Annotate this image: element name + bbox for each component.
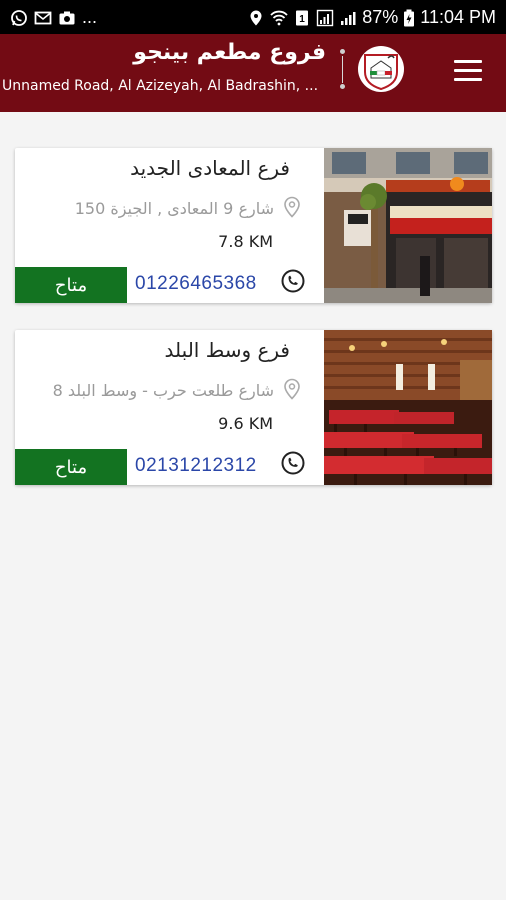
branch-distance: 7.8 KM [218,232,273,251]
camera-icon [58,9,76,25]
location-pin-icon [284,196,300,218]
signal-box-icon [316,9,334,27]
branch-photo-storefront [324,148,492,303]
branch-photo-interior [324,330,492,485]
menu-button[interactable] [454,60,482,82]
availability-button[interactable]: متاح [15,449,127,485]
branch-name: فرع وسط البلد [164,338,290,362]
current-location: Unnamed Road, Al Azizeyah, Al Badrashin,… [2,78,319,94]
phone-link[interactable]: 02131212312 [135,455,257,477]
branch-card[interactable]: فرع وسط البلد 8 شارع طلعت حرب - وسط البل… [15,330,492,485]
branch-distance: 9.6 KM [218,414,273,433]
branch-address: 150 شارع 9 المعادى , الجيزة [74,199,274,218]
phone-icon[interactable] [281,451,305,475]
mail-icon [34,9,52,25]
wifi-icon [270,9,288,26]
phone-link[interactable]: 01226465368 [135,273,257,295]
location-divider [338,49,346,89]
phone-icon[interactable] [281,269,305,293]
branch-card[interactable]: فرع المعادى الجديد 150 شارع 9 المعادى , … [15,148,492,303]
status-bar: ... 1 87% 11:04 PM [0,0,506,34]
availability-button[interactable]: متاح [15,267,127,303]
app-bar: فروع مطعم بينجو Unnamed Road, Al Azizeya… [0,34,506,112]
cell-signal-icon [339,9,357,25]
branch-name: فرع المعادى الجديد [130,156,290,180]
svg-text:1: 1 [299,14,305,25]
whatsapp-icon [10,9,28,26]
battery-percent: 87% [362,6,399,27]
restaurant-logo [358,46,404,92]
sim-1-icon: 1 [293,9,311,26]
branch-address: 8 شارع طلعت حرب - وسط البلد [52,381,274,400]
more-notifications: ... [82,6,98,27]
clock: 11:04 PM [420,6,496,27]
page-title: فروع مطعم بينجو [133,40,326,65]
location-pin-icon [284,378,300,400]
location-icon [247,9,265,26]
battery-icon [403,9,415,27]
